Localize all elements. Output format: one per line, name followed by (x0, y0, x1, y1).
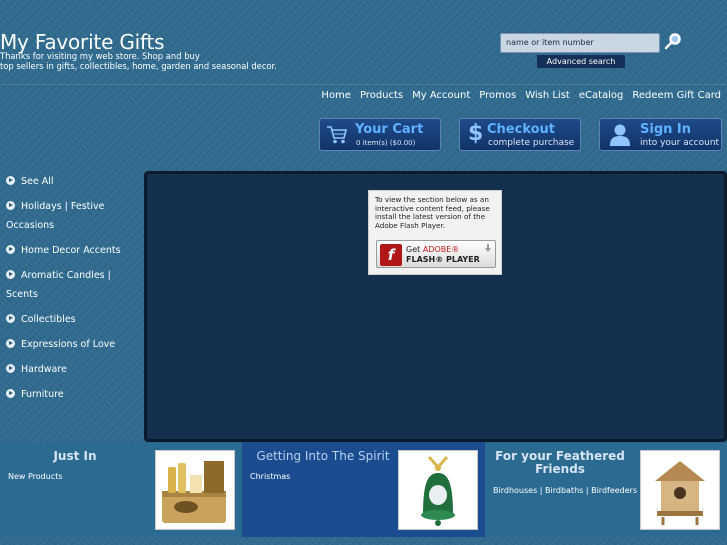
promo-christmas[interactable]: Getting Into The Spirit Christmas (242, 442, 485, 537)
nav-my-account[interactable]: My Account (403, 90, 470, 101)
sign-in-button[interactable]: Sign In into your account (599, 118, 722, 151)
promo-title: Just In (53, 449, 97, 463)
sidebar-item-home-decor[interactable]: Home Decor Accents (0, 241, 140, 260)
download-arrow-icon (485, 244, 491, 252)
flash-notice-text: To view the section below as an interact… (375, 195, 490, 230)
nav-ecatalog[interactable]: eCatalog (570, 90, 624, 101)
flash-player-notice: To view the section below as an interact… (368, 190, 502, 275)
sidebar-item-label: Collectibles (21, 314, 76, 325)
arrow-bullet-icon (6, 245, 15, 254)
sidebar-item-holidays[interactable]: Holidays | Festive Occasions (0, 197, 140, 235)
sidebar-item-label: Aromatic Candles | (21, 270, 111, 281)
arrow-bullet-icon (6, 270, 15, 279)
sidebar-item-label: Expressions of Love (21, 339, 116, 350)
flash-button-line-1: Get ADOBE® (406, 245, 460, 254)
promo-just-in[interactable]: Just In New Products (0, 442, 242, 537)
arrow-bullet-icon (6, 314, 15, 323)
cart-title: Your Cart (355, 122, 424, 137)
store-tagline: Thanks for visiting my web store. Shop a… (0, 51, 290, 71)
tagline-line-2: top sellers in gifts, collectibles, home… (0, 61, 277, 71)
nav-promos[interactable]: Promos (470, 90, 516, 101)
arrow-bullet-icon (6, 364, 15, 373)
user-icon (610, 124, 630, 146)
sidebar-item-label: See All (21, 176, 54, 187)
promo-feathered-friends[interactable]: For your Feathered Friends Birdhouses | … (485, 442, 727, 537)
nav-products[interactable]: Products (351, 90, 403, 101)
sign-in-title: Sign In (640, 122, 691, 137)
header-divider (0, 84, 727, 85)
arrow-bullet-icon (6, 339, 15, 348)
gift-basket-icon (162, 461, 226, 523)
promo-link-new-products[interactable]: New Products (8, 472, 63, 481)
shopping-cart-icon (327, 126, 348, 144)
promo-link-christmas[interactable]: Christmas (250, 472, 290, 481)
birdhouse-image[interactable] (640, 450, 720, 530)
promo-link-birdhouses[interactable]: Birdhouses | Birdbaths | Birdfeeders (493, 486, 637, 495)
cart-summary: 0 item(s) ($0.00) (356, 139, 416, 147)
checkout-subtitle: complete purchase (488, 138, 575, 148)
top-nav: Home Products My Account Promos Wish Lis… (0, 90, 721, 101)
nav-home[interactable]: Home (312, 90, 351, 101)
sidebar-item-hardware[interactable]: Hardware (0, 360, 140, 379)
nav-redeem-gift-card[interactable]: Redeem Gift Card (623, 90, 721, 101)
nav-wish-list[interactable]: Wish List (516, 90, 570, 101)
sidebar-item-label: Furniture (21, 389, 64, 400)
arrow-bullet-icon (6, 201, 15, 210)
sidebar-item-label: Hardware (21, 364, 67, 375)
gift-basket-image[interactable] (155, 450, 235, 530)
flash-logo-icon: f (380, 244, 402, 266)
checkout-title: Checkout (487, 122, 556, 137)
tagline-line-1: Thanks for visiting my web store. Shop a… (0, 51, 200, 61)
sign-in-subtitle: into your account (640, 138, 720, 148)
sidebar-item-expressions-of-love[interactable]: Expressions of Love (0, 335, 140, 354)
search-input[interactable]: name or item number (500, 33, 660, 53)
dollar-icon: $ (468, 121, 484, 146)
advanced-search-link[interactable]: Advanced search (537, 55, 625, 68)
promo-title: Getting Into The Spirit (256, 449, 390, 463)
bell-ornament-icon (421, 455, 455, 526)
category-sidebar: See All Holidays | Festive Occasions Hom… (0, 172, 140, 410)
checkout-button[interactable]: $ Checkout complete purchase (459, 118, 581, 151)
flash-button-line-2: FLASH® PLAYER (406, 255, 480, 264)
sidebar-item-collectibles[interactable]: Collectibles (0, 310, 140, 329)
sidebar-item-label: Home Decor Accents (21, 245, 121, 256)
search-button[interactable] (663, 32, 683, 52)
get-flash-player-button[interactable]: f Get ADOBE® FLASH® PLAYER (376, 240, 496, 268)
your-cart-button[interactable]: Your Cart 0 item(s) ($0.00) (319, 118, 441, 151)
sidebar-item-see-all[interactable]: See All (0, 172, 140, 191)
sidebar-item-label-line2: Occasions (6, 220, 55, 231)
arrow-bullet-icon (6, 389, 15, 398)
sidebar-item-label-line2: Scents (6, 289, 38, 300)
sidebar-item-furniture[interactable]: Furniture (0, 385, 140, 404)
bell-ornament-image[interactable] (398, 450, 478, 530)
birdhouse-icon (655, 461, 705, 525)
arrow-bullet-icon (6, 176, 15, 185)
sidebar-item-aromatic-candles[interactable]: Aromatic Candles | Scents (0, 266, 140, 304)
sidebar-item-label: Holidays | Festive (21, 201, 105, 212)
promo-title: For your Feathered Friends (495, 449, 625, 476)
magnifier-icon (664, 33, 681, 50)
